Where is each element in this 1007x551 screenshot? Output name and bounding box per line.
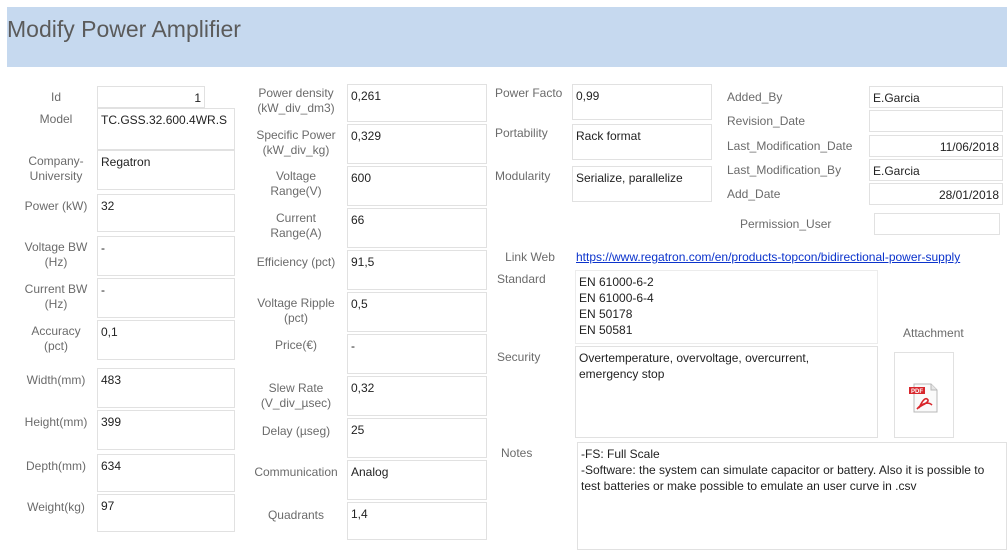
label-efficiency: Efficiency (pct) [256, 255, 336, 269]
company-field[interactable]: Regatron [97, 150, 235, 190]
label-slew-rate: Slew Rate (V_div_µsec) [260, 381, 332, 410]
link-web-field[interactable]: https://www.regatron.com/en/products-top… [574, 246, 1004, 268]
label-power-density: Power density (kW_div_dm3) [257, 86, 335, 115]
slew-rate-field[interactable]: 0,32 [347, 376, 487, 416]
delay-field[interactable]: 25 [347, 418, 487, 458]
label-voltage-bw: Voltage BW (Hz) [24, 240, 88, 269]
label-revision-date: Revision_Date [727, 114, 806, 128]
power-factor-field[interactable]: 0,99 [572, 84, 712, 120]
attachment-field[interactable]: PDF [894, 352, 954, 438]
label-accuracy: Accuracy (pct) [31, 324, 81, 353]
last-modification-date-field[interactable]: 11/06/2018 [869, 135, 1003, 157]
label-specific-power: Specific Power (kW_div_kg) [256, 128, 336, 157]
add-date-field[interactable]: 28/01/2018 [869, 183, 1003, 205]
efficiency-field[interactable]: 91,5 [347, 250, 487, 290]
price-field[interactable]: - [347, 334, 487, 374]
standard-field[interactable]: EN 61000-6-2 EN 61000-6-4 EN 50178 EN 50… [575, 270, 878, 344]
power-field[interactable]: 32 [97, 194, 235, 232]
voltage-ripple-field[interactable]: 0,5 [347, 292, 487, 332]
pdf-file-icon[interactable]: PDF [895, 353, 955, 439]
label-delay: Delay (µseg) [261, 424, 331, 438]
label-notes: Notes [501, 446, 533, 460]
label-last-modification-date: Last_Modification_Date [727, 139, 853, 153]
label-price: Price(€) [274, 338, 317, 352]
label-portability: Portability [495, 126, 548, 140]
quadrants-field[interactable]: 1,4 [347, 502, 487, 540]
label-weight: Weight(kg) [27, 500, 85, 514]
label-security: Security [497, 350, 541, 364]
link-web-url[interactable]: https://www.regatron.com/en/products-top… [576, 250, 960, 264]
current-range-field[interactable]: 66 [347, 208, 487, 248]
label-last-modification-by: Last_Modification_By [727, 163, 842, 177]
label-add-date: Add_Date [727, 187, 781, 201]
form-header: Modify Power Amplifier [7, 7, 1007, 67]
notes-field[interactable]: -FS: Full Scale -Software: the system ca… [577, 442, 1007, 550]
current-bw-field[interactable]: - [97, 278, 235, 318]
label-standard: Standard [497, 272, 546, 286]
modularity-field[interactable]: Serialize, parallelize [572, 166, 712, 202]
power-density-field[interactable]: 0,261 [347, 84, 487, 122]
label-voltage-range: Voltage Range(V) [270, 169, 322, 198]
label-link-web: Link Web [505, 250, 555, 264]
svg-text:PDF: PDF [911, 389, 923, 395]
security-field[interactable]: Overtemperature, overvoltage, overcurren… [575, 346, 878, 438]
label-voltage-ripple: Voltage Ripple (pct) [257, 296, 335, 325]
voltage-bw-field[interactable]: - [97, 236, 235, 276]
label-current-bw: Current BW (Hz) [24, 282, 88, 311]
accuracy-field[interactable]: 0,1 [97, 320, 235, 360]
label-depth: Depth(mm) [25, 459, 86, 473]
communication-field[interactable]: Analog [347, 460, 487, 500]
label-company: Company- University [28, 154, 84, 183]
label-quadrants: Quadrants [267, 508, 325, 522]
added-by-field[interactable]: E.Garcia [869, 86, 1003, 108]
label-added-by: Added_By [727, 90, 783, 104]
label-power-factor: Power Facto [495, 86, 563, 100]
label-permission-user: Permission_User [740, 217, 832, 231]
label-communication: Communication [254, 465, 338, 479]
page-title: Modify Power Amplifier [7, 16, 241, 42]
weight-field[interactable]: 97 [97, 494, 235, 532]
width-field[interactable]: 483 [97, 368, 235, 408]
voltage-range-field[interactable]: 600 [347, 166, 487, 206]
label-attachment: Attachment [903, 326, 964, 340]
label-width: Width(mm) [26, 373, 86, 387]
label-power: Power (kW) [24, 199, 88, 213]
height-field[interactable]: 399 [97, 410, 235, 450]
label-model: Model [39, 112, 73, 126]
revision-date-field[interactable] [869, 110, 1003, 132]
label-id: Id [50, 90, 61, 104]
portability-field[interactable]: Rack format [572, 124, 712, 160]
permission-user-field[interactable] [874, 213, 1000, 235]
specific-power-field[interactable]: 0,329 [347, 124, 487, 164]
id-field[interactable]: 1 [97, 86, 205, 108]
label-height: Height(mm) [24, 415, 88, 429]
model-field[interactable]: TC.GSS.32.600.4WR.S [97, 108, 235, 150]
depth-field[interactable]: 634 [97, 454, 235, 492]
last-modification-by-field[interactable]: E.Garcia [869, 159, 1003, 181]
label-current-range: Current Range(A) [270, 211, 322, 240]
label-modularity: Modularity [495, 169, 551, 183]
